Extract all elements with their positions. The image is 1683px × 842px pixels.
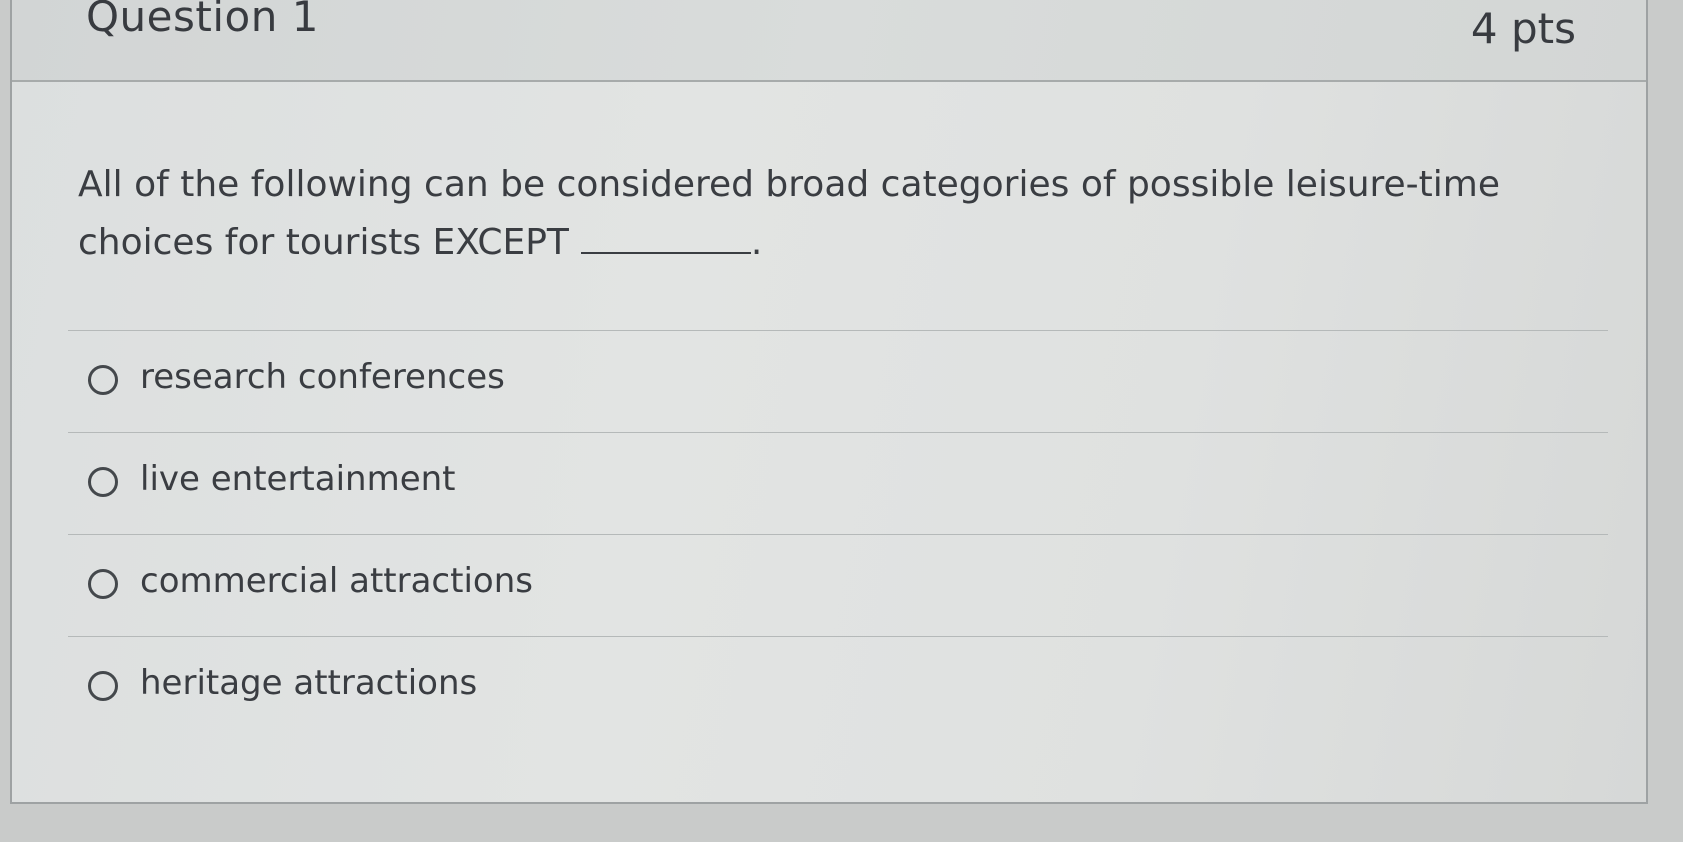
question-title: Question 1 [86,0,319,41]
question-prompt: All of the following can be considered b… [78,164,1500,263]
fill-in-blank [580,222,751,254]
question-text: All of the following can be considered b… [78,156,1538,272]
answer-label[interactable]: heritage attractions [140,663,477,703]
answer-option[interactable]: commercial attractions [68,534,1608,636]
answer-list: research conferences live entertainment … [68,330,1608,738]
answer-label[interactable]: live entertainment [140,459,456,499]
answer-option[interactable]: research conferences [68,330,1608,432]
answer-option[interactable]: heritage attractions [68,636,1608,738]
radio-button-icon[interactable] [88,671,118,701]
radio-button-icon[interactable] [88,365,118,395]
question-text-end: . [750,222,763,263]
answer-option[interactable]: live entertainment [68,432,1608,534]
question-points: 4 pts [1470,4,1576,53]
question-card: Question 1 4 pts All of the following ca… [10,0,1648,804]
answer-label[interactable]: research conferences [140,357,505,397]
radio-button-icon[interactable] [88,467,118,497]
radio-button-icon[interactable] [88,569,118,599]
answer-label[interactable]: commercial attractions [140,561,533,601]
question-header: Question 1 4 pts [12,0,1646,82]
